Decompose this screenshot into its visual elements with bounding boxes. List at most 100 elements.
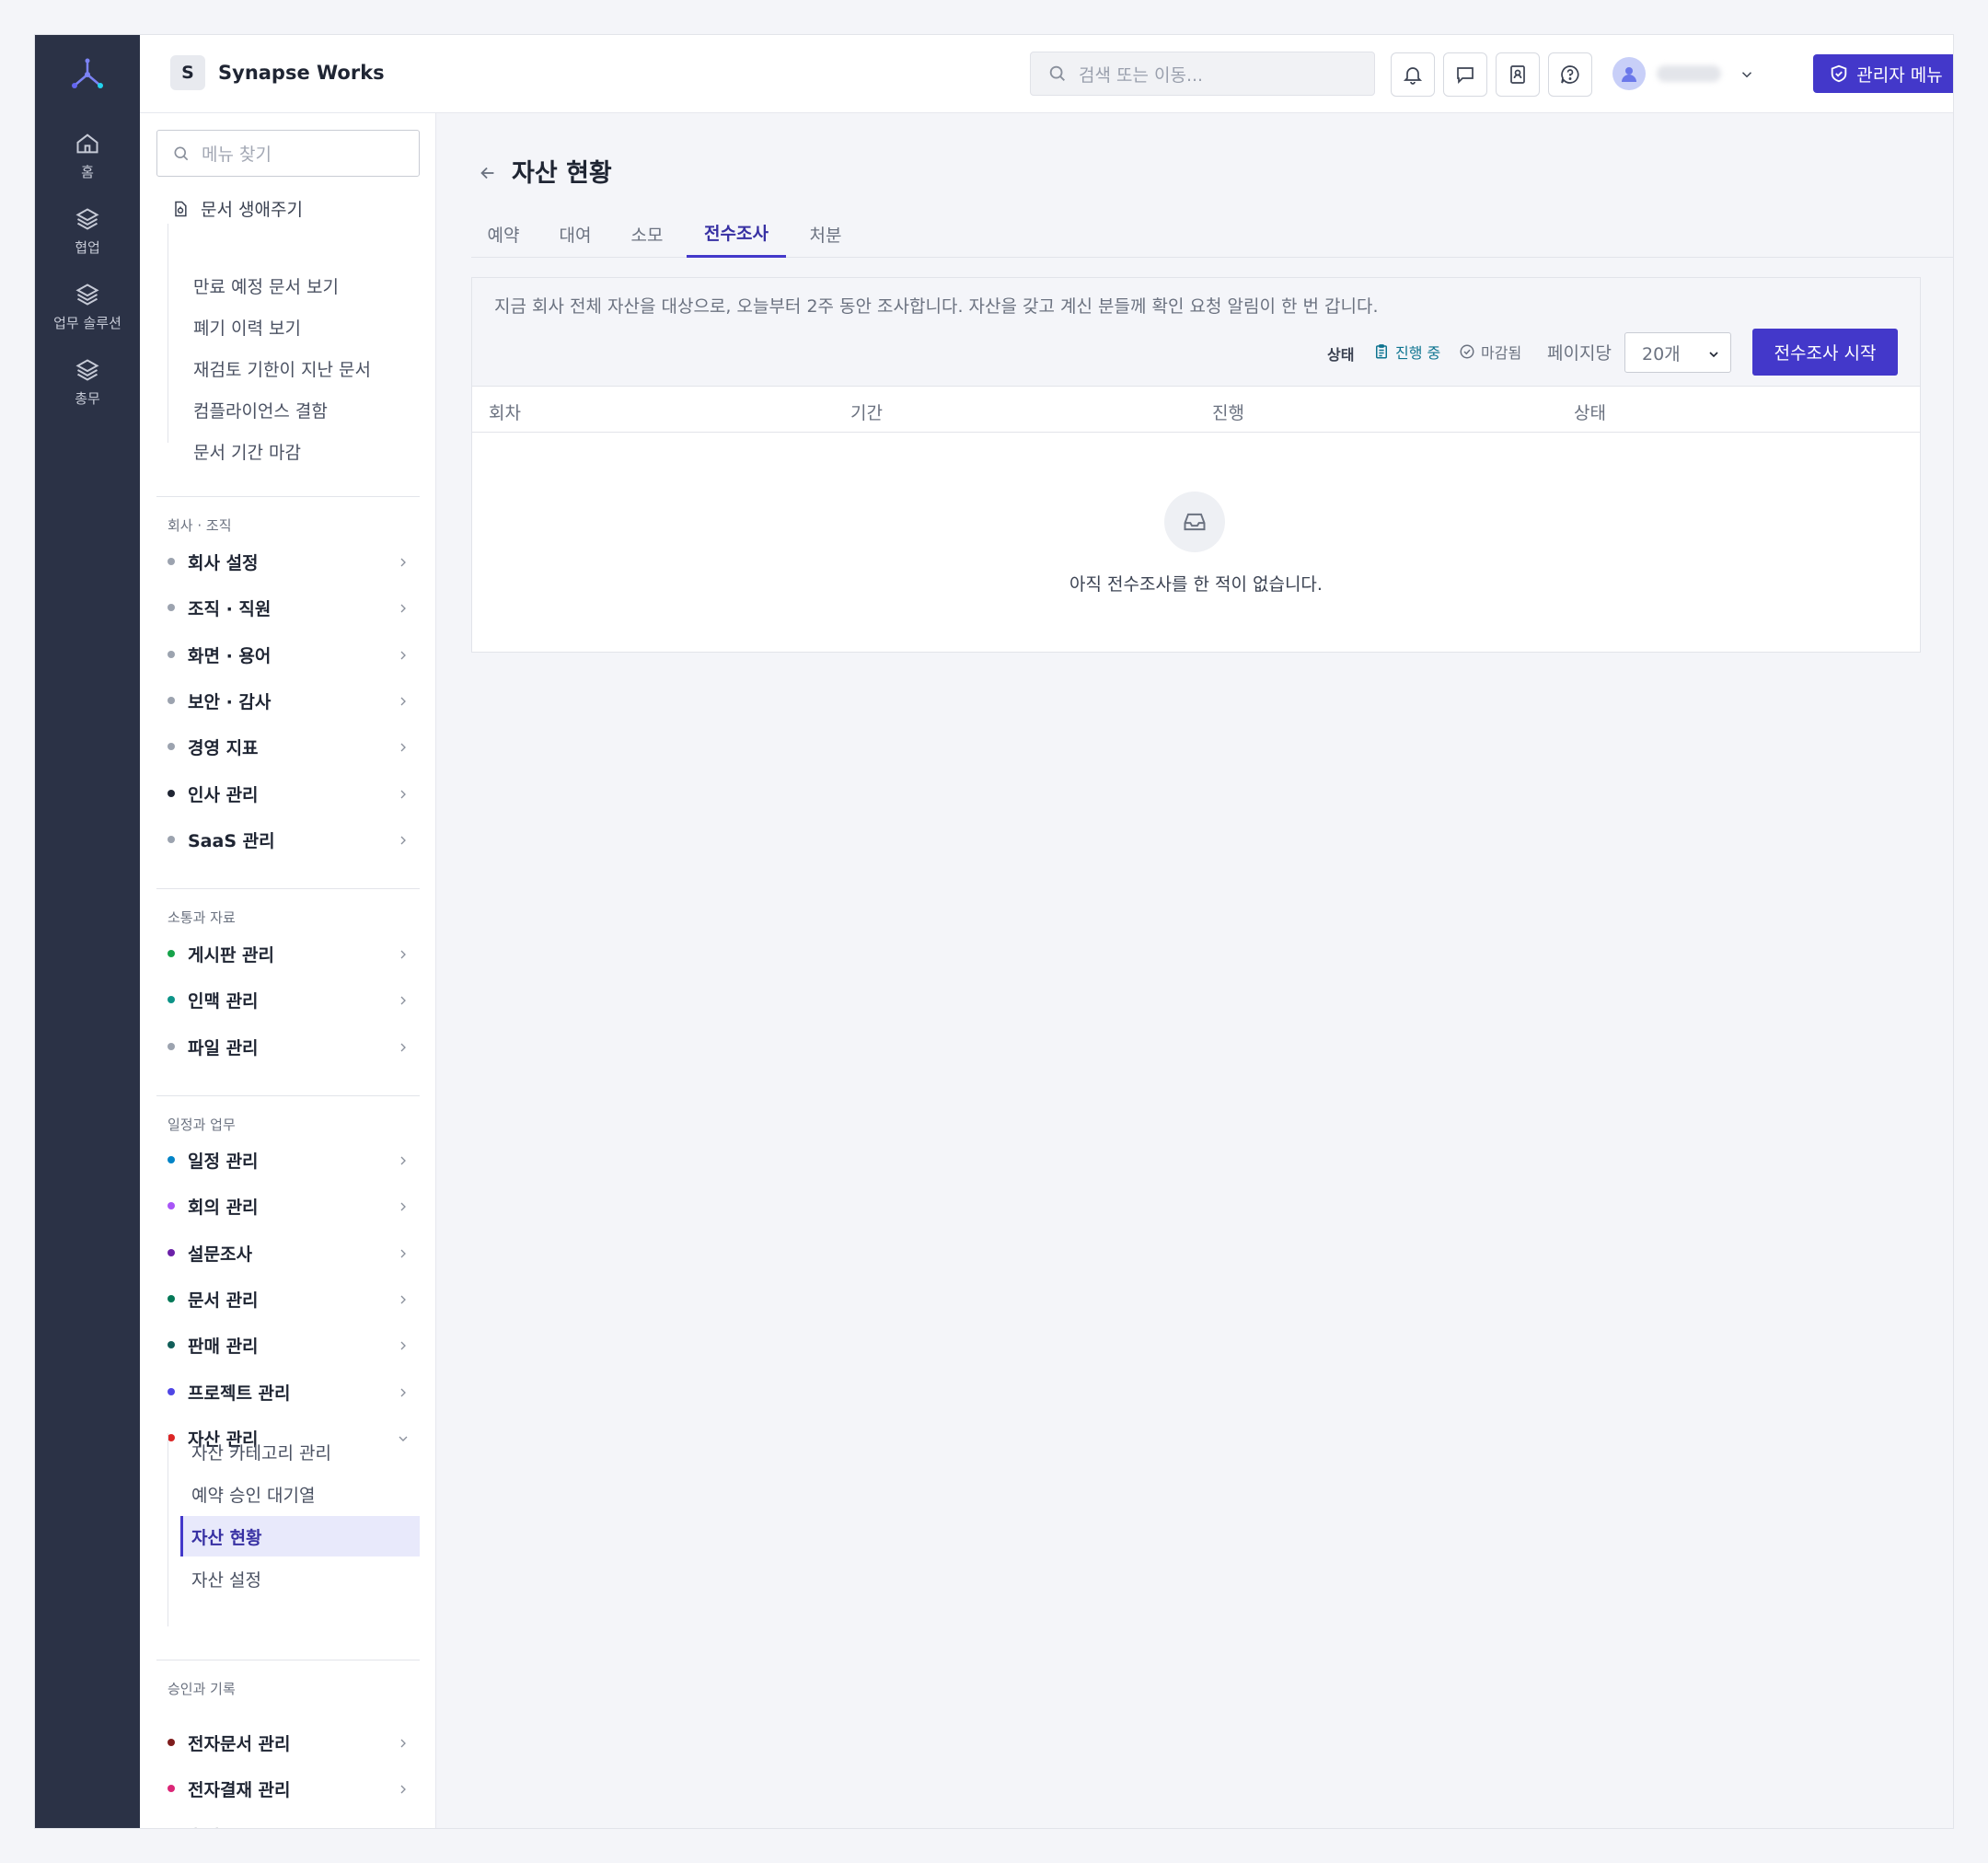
chevron-right-icon [400,1739,406,1748]
sidebar-item-label: 화면 · 용어 [188,645,272,666]
per-page-select[interactable]: 20개 [1624,332,1731,373]
workspace-badge[interactable]: S [170,55,205,90]
rail-item-general-affairs[interactable]: 총무 [35,357,140,408]
sidebar-item[interactable]: 파일 관리 [168,1031,420,1062]
expand-toggle[interactable] [396,786,410,806]
sidebar-item[interactable]: 화면 · 용어 [168,639,420,670]
tab-rental[interactable]: 대여 [543,210,607,258]
expand-toggle[interactable] [396,647,410,667]
expand-toggle[interactable] [396,1384,410,1405]
help-button[interactable] [1548,52,1592,97]
admin-menu-button[interactable]: 관리자 메뉴 [1813,54,1953,93]
status-filter-closed[interactable]: 마감됨 [1459,341,1521,363]
sidebar-item[interactable]: 프로젝트 관리 [168,1376,420,1407]
tab-full-inspection[interactable]: 전수조사 [687,210,786,258]
sidebar-item[interactable]: 게시판 관리 [168,938,420,969]
expand-toggle[interactable] [396,693,410,713]
expand-toggle[interactable] [396,946,410,966]
arrow-left-icon[interactable] [478,163,498,183]
start-inspection-button[interactable]: 전수조사 시작 [1752,329,1898,376]
main-content: 자산 현황 예약 대여 소모 전수조사 처분 지금 회사 전체 자산을 대상으로… [437,113,1953,1828]
messages-button[interactable] [1443,52,1487,97]
expand-toggle[interactable] [396,739,410,759]
tab-reservation[interactable]: 예약 [471,210,536,258]
contacts-button[interactable] [1496,52,1540,97]
sidebar-item-asset-category[interactable]: 자산 카테고리 관리 [180,1431,420,1472]
sidebar-item-label: 일정 관리 [188,1151,259,1172]
user-icon [1622,67,1636,82]
rail-item-collab[interactable]: 협업 [35,206,140,257]
doc-lifecycle-group[interactable]: 문서 생애주기 [171,196,303,221]
rail-item-home[interactable]: 홈 [35,131,140,181]
doc-lifecycle-item[interactable]: 재검토 기한이 지난 문서 [193,356,371,381]
status-dot [168,743,175,750]
menu-search-input[interactable]: 메뉴 찾기 [156,130,420,177]
sidebar-item[interactable]: 보안 · 감사 [168,685,420,716]
sidebar-item[interactable]: 문서 관리 [168,1283,420,1314]
sidebar-item[interactable]: 회사 설정 [168,546,420,577]
status-dot [168,1785,175,1792]
sidebar-item[interactable]: 판매 관리 [168,1329,420,1360]
user-avatar[interactable] [1612,57,1646,90]
sidebar-item-asset-settings[interactable]: 자산 설정 [180,1558,420,1599]
doc-lifecycle-item[interactable]: 컴플라이언스 결함 [193,398,328,422]
doc-lifecycle-item[interactable]: 문서 기간 마감 [193,439,301,464]
sidebar-item[interactable]: 전자결재 관리 [168,1773,420,1804]
status-dot [168,790,175,797]
chevron-right-icon [400,1249,406,1258]
sidebar-item[interactable]: SaaS 관리 [168,824,420,855]
expand-toggle[interactable] [396,554,410,574]
layers-icon [75,208,99,230]
expand-toggle[interactable] [396,1735,410,1755]
expand-toggle[interactable] [396,1781,410,1801]
sidebar-item[interactable]: 전자문서 관리 [168,1727,420,1758]
sidebar-item-reservation-queue[interactable]: 예약 승인 대기열 [180,1474,420,1514]
tab-disposal[interactable]: 처분 [793,210,858,258]
column-header[interactable]: 회차 [489,399,521,424]
sidebar-item[interactable]: 인사 관리 [168,778,420,809]
chevron-right-icon [400,1785,406,1794]
sidebar-item[interactable]: 인맥 관리 [168,984,420,1015]
expand-toggle[interactable] [396,1039,410,1059]
chevron-right-icon [400,1341,406,1350]
chevron-right-icon [400,790,406,799]
status-filter-in-progress[interactable]: 진행 중 [1373,341,1440,363]
notifications-button[interactable] [1391,52,1435,97]
app-logo-icon[interactable] [70,57,105,92]
expand-toggle[interactable] [396,992,410,1012]
expand-toggle[interactable] [396,1152,410,1173]
column-header[interactable]: 진행 [1212,399,1244,424]
expand-toggle[interactable] [396,1245,410,1266]
chevron-down-icon[interactable] [1739,66,1755,83]
expand-toggle[interactable] [396,1291,410,1312]
doc-lifecycle-item[interactable]: 폐기 이력 보기 [193,315,301,340]
chevron-right-icon [400,996,406,1005]
tab-consumable[interactable]: 소모 [615,210,679,258]
expand-toggle[interactable] [396,600,410,620]
expand-toggle[interactable] [396,832,410,852]
sidebar-item-asset-status[interactable]: 자산 현황 [180,1516,420,1556]
expand-toggle[interactable] [396,1828,410,1829]
status-dot [168,651,175,658]
sidebar-item[interactable]: 경영 지표 [168,731,420,762]
expand-toggle[interactable] [396,1198,410,1219]
rail-item-solutions[interactable]: 업무 솔루션 [35,282,140,332]
column-header[interactable]: 상태 [1574,399,1606,424]
expand-toggle[interactable] [396,1337,410,1358]
sidebar-item[interactable]: 출결 관리 [168,1820,420,1829]
status-in-progress-label: 진행 중 [1395,344,1441,362]
workspace-name[interactable]: Synapse Works [218,62,385,84]
app-rail: 홈 협업 업무 솔루션 총무 [35,35,140,1828]
empty-state-text: 아직 전수조사를 한 적이 없습니다. [1069,574,1323,595]
chevron-right-icon [400,1043,406,1052]
status-dot [168,1202,175,1209]
bell-icon [1403,67,1423,85]
sidebar-item[interactable]: 설문조사 [168,1237,420,1268]
column-header[interactable]: 기간 [850,399,883,424]
sidebar-item[interactable]: 일정 관리 [168,1144,420,1175]
doc-lifecycle-item[interactable]: 만료 예정 문서 보기 [193,273,339,298]
chevron-right-icon [400,1202,406,1211]
sidebar-item[interactable]: 회의 관리 [168,1190,420,1221]
sidebar-item[interactable]: 조직 · 직원 [168,592,420,623]
global-search-input[interactable]: 검색 또는 이동... [1030,52,1375,96]
